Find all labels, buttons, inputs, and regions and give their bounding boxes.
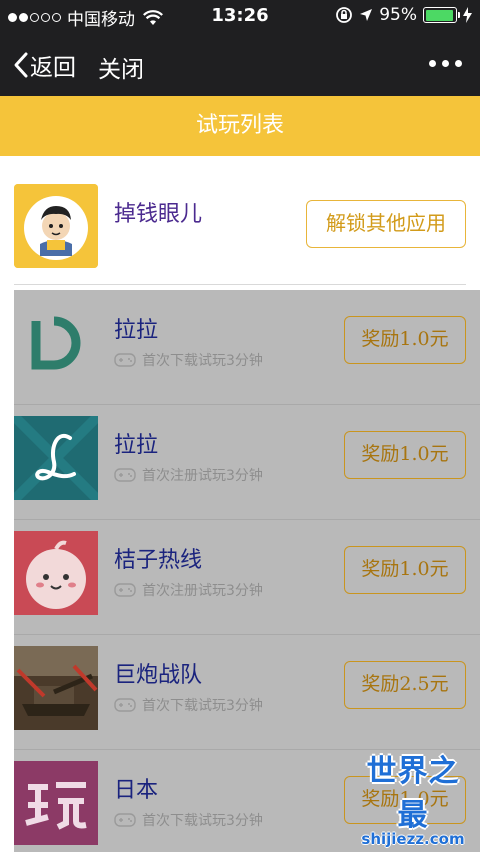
- watermark-url: shijiezz.com: [361, 830, 465, 848]
- app-task-label: 首次下载试玩3分钟: [142, 698, 263, 714]
- app-task-label: 首次下载试玩3分钟: [142, 813, 263, 829]
- gamepad-icon: [114, 583, 136, 597]
- script-l-icon: [14, 416, 98, 500]
- charging-bolt-icon: [463, 7, 472, 23]
- site-watermark: 世界之最 shijiezz.com: [354, 746, 472, 848]
- app-task: 首次注册试玩3分钟: [114, 580, 263, 600]
- reward-button[interactable]: 奖励1.0元: [344, 546, 466, 594]
- app-task: 首次下载试玩3分钟: [114, 695, 263, 715]
- featured-app-name: 掉钱眼儿: [114, 202, 203, 227]
- list-item[interactable]: 拉拉 首次下载试玩3分钟 奖励1.0元: [14, 290, 480, 405]
- featured-app-avatar-icon: [14, 184, 98, 268]
- divider: [14, 284, 466, 285]
- trial-list-page: 中国移动 13:26 95% 返回 关闭 试玩列表 掉钱眼儿 解锁其他应用 拉拉…: [0, 0, 480, 852]
- reward-button[interactable]: 奖励2.5元: [344, 661, 466, 709]
- app-task: 首次注册试玩3分钟: [114, 465, 263, 485]
- back-button[interactable]: 返回: [12, 48, 76, 82]
- app-task-label: 首次注册试玩3分钟: [142, 468, 263, 484]
- list-item[interactable]: 拉拉 首次注册试玩3分钟 奖励1.0元: [14, 405, 480, 520]
- gamepad-icon: [114, 353, 136, 367]
- battery-percent: 95%: [379, 5, 417, 25]
- app-name: 日本: [114, 778, 159, 803]
- app-task-label: 首次注册试玩3分钟: [142, 583, 263, 599]
- d-logo-icon: [14, 301, 98, 385]
- reward-button[interactable]: 奖励1.0元: [344, 431, 466, 479]
- gamepad-icon: [114, 813, 136, 827]
- navigation-bar: 返回 关闭: [0, 32, 480, 96]
- status-right: 95%: [335, 5, 472, 25]
- app-task: 首次下载试玩3分钟: [114, 350, 263, 370]
- status-bar: 中国移动 13:26 95%: [0, 0, 480, 32]
- orange-face-icon: [14, 531, 98, 615]
- reward-button[interactable]: 奖励1.0元: [344, 316, 466, 364]
- unlock-other-apps-button[interactable]: 解锁其他应用: [306, 200, 466, 248]
- battery-icon: [423, 7, 460, 23]
- watermark-title: 世界之最: [366, 754, 460, 833]
- page-title: 试玩列表: [0, 96, 480, 156]
- app-task-label: 首次下载试玩3分钟: [142, 353, 263, 369]
- list-item[interactable]: 桔子热线 首次注册试玩3分钟 奖励1.0元: [14, 520, 480, 635]
- tank-icon: [14, 646, 98, 730]
- app-name: 桔子热线: [114, 548, 203, 573]
- chevron-left-icon: [14, 52, 28, 78]
- app-name: 巨炮战队: [114, 663, 203, 688]
- app-task: 首次下载试玩3分钟: [114, 810, 263, 830]
- back-label: 返回: [30, 55, 76, 81]
- featured-app: 掉钱眼儿 解锁其他应用: [0, 156, 480, 286]
- list-item[interactable]: 巨炮战队 首次下载试玩3分钟 奖励2.5元: [14, 635, 480, 750]
- location-arrow-icon: [360, 9, 373, 21]
- gamepad-icon: [114, 698, 136, 712]
- app-name: 拉拉: [114, 318, 159, 343]
- rotation-lock-icon: [336, 7, 353, 23]
- close-button[interactable]: 关闭: [98, 50, 144, 84]
- more-options-icon[interactable]: [429, 60, 462, 67]
- wan-char-icon: [14, 761, 98, 845]
- gamepad-icon: [114, 468, 136, 482]
- app-name: 拉拉: [114, 433, 159, 458]
